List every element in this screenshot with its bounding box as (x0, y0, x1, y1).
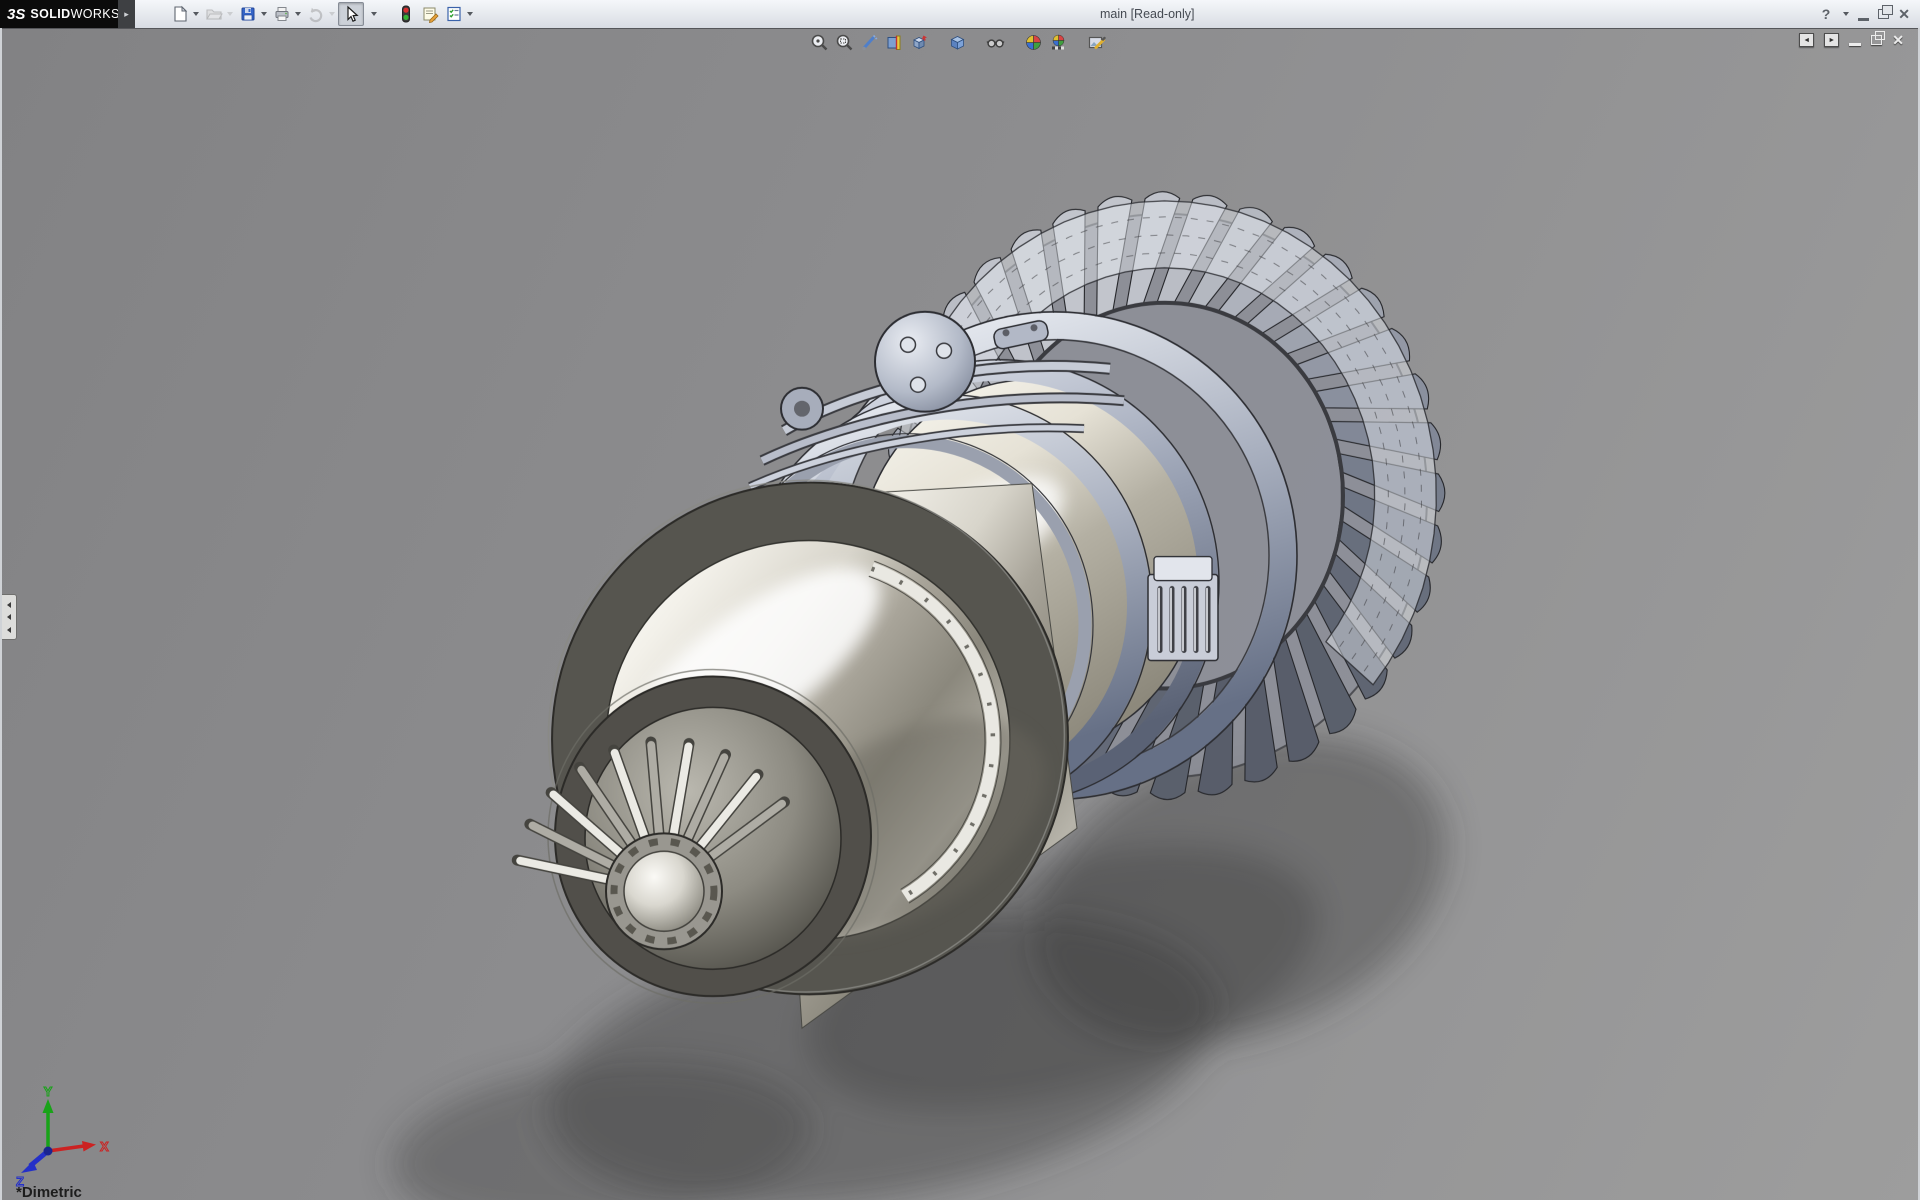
feature-manager-collapsed-tab[interactable] (2, 594, 17, 640)
check-status-button[interactable] (394, 2, 418, 26)
engine-3d-model[interactable] (2, 29, 1918, 1200)
print-icon (273, 5, 291, 23)
edit-appearance-button[interactable] (1022, 32, 1045, 53)
select-cursor-icon (342, 5, 360, 23)
zoom-to-area-button[interactable] (833, 32, 856, 53)
previous-view-button[interactable] (858, 32, 881, 53)
options-checklist-icon (445, 5, 463, 23)
undo-icon (307, 5, 325, 23)
doc-restore-button[interactable] (1871, 35, 1882, 45)
options-button[interactable] (442, 2, 476, 26)
triad-x-label: X (100, 1139, 109, 1154)
reference-triad: Y X Z (8, 1085, 112, 1197)
hide-show-items-button[interactable] (984, 32, 1007, 53)
document-window-controls: ◄ ► ✕ (1799, 33, 1904, 47)
collapse-arrow-icon (7, 627, 11, 633)
view-settings-icon (1087, 33, 1106, 52)
open-folder-icon (205, 5, 223, 23)
solidworks-logo[interactable]: 3S SOLIDWORKS (0, 0, 118, 28)
zoom-to-area-icon (835, 33, 854, 52)
heads-up-view-toolbar (808, 31, 1108, 53)
view-orientation-label: *Dimetric (16, 1184, 82, 1200)
close-button[interactable]: ✕ (1898, 7, 1910, 21)
solidworks-logo-text: SOLIDWORKS (30, 7, 119, 21)
undo-button[interactable] (304, 2, 338, 26)
comment-note-icon (421, 5, 439, 23)
toggle-left-pane-button[interactable]: ◄ (1799, 33, 1814, 47)
traffic-light-icon (397, 5, 415, 23)
previous-view-icon (860, 33, 879, 52)
open-button[interactable] (202, 2, 236, 26)
graphics-area[interactable]: ◄ ► ✕ Y X Z *Dimetric (2, 28, 1918, 1200)
doc-minimize-button[interactable] (1849, 43, 1861, 46)
save-button[interactable] (236, 2, 270, 26)
new-document-icon (171, 5, 189, 23)
restore-button[interactable] (1878, 9, 1889, 19)
save-icon (239, 5, 257, 23)
apply-scene-button[interactable] (1047, 32, 1070, 53)
view-orientation-button[interactable] (908, 32, 931, 53)
apply-scene-icon (1049, 33, 1068, 52)
view-orientation-icon (910, 33, 929, 52)
window-title: main [Read-only] (1100, 7, 1195, 21)
section-view-icon (885, 33, 904, 52)
display-style-icon (948, 33, 967, 52)
zoom-to-fit-button[interactable] (808, 32, 831, 53)
triad-y-label: Y (44, 1085, 53, 1099)
select-button[interactable] (338, 2, 364, 26)
collapse-arrow-icon (7, 614, 11, 620)
section-view-button[interactable] (883, 32, 906, 53)
main-toolbar (168, 2, 476, 26)
valve-block (1148, 557, 1218, 661)
toggle-right-pane-button[interactable]: ► (1824, 33, 1839, 47)
menu-expand-button[interactable]: ▸ (118, 0, 135, 28)
minimize-button[interactable] (1858, 18, 1869, 21)
glasses-icon (986, 33, 1005, 52)
select-dropdown[interactable] (364, 2, 380, 26)
comment-button[interactable] (418, 2, 442, 26)
display-style-button[interactable] (946, 32, 969, 53)
print-button[interactable] (270, 2, 304, 26)
help-dropdown[interactable] (1843, 12, 1849, 16)
collapse-arrow-icon (7, 602, 11, 608)
zoom-to-fit-icon (810, 33, 829, 52)
doc-close-button[interactable]: ✕ (1892, 33, 1904, 47)
new-document-button[interactable] (168, 2, 202, 26)
appearance-ball-icon (1024, 33, 1043, 52)
help-button[interactable]: ? (1822, 6, 1831, 22)
title-bar: 3S SOLIDWORKS ▸ (0, 0, 1920, 28)
solidworks-logo-icon: 3S (7, 6, 25, 23)
view-settings-button[interactable] (1085, 32, 1108, 53)
